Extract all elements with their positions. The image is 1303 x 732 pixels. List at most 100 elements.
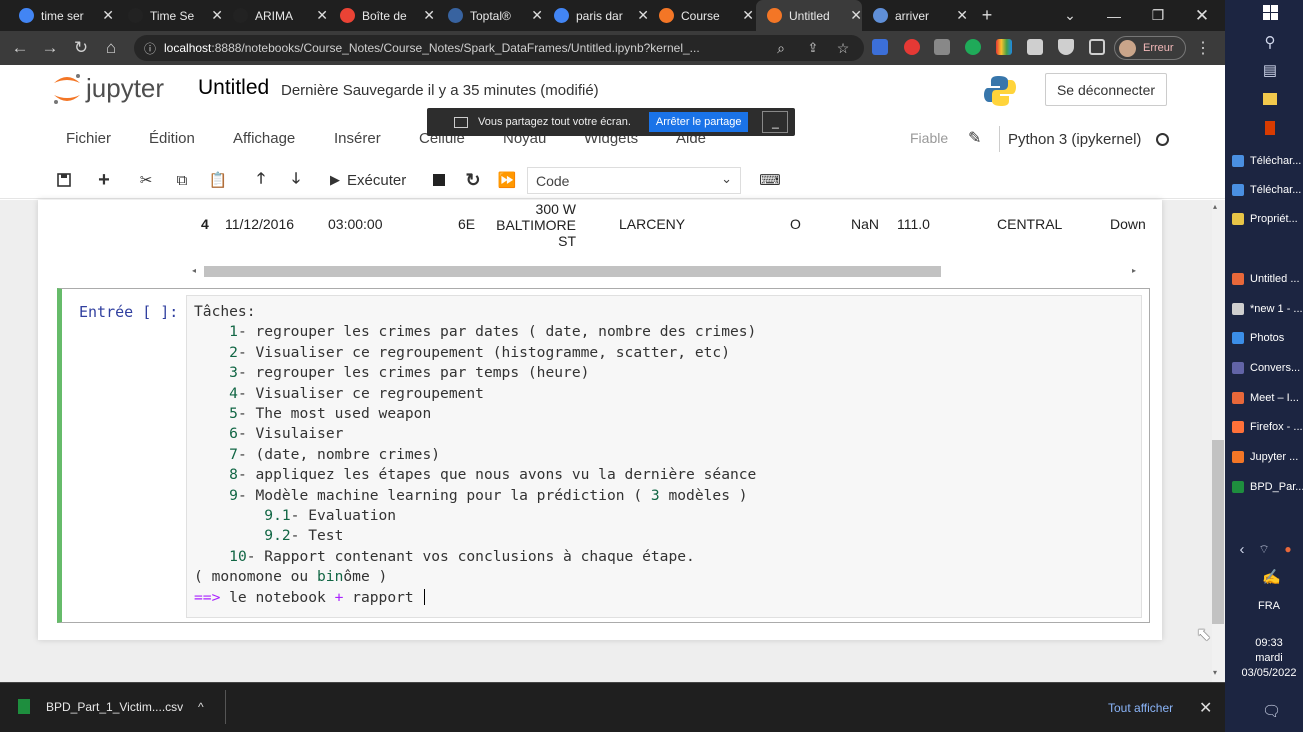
kernel-name[interactable]: Python 3 (ipykernel) (999, 126, 1141, 152)
close-tab-icon[interactable]: ✕ (423, 7, 435, 24)
url-field[interactable]: ⓘ localhost :8888/notebooks/Course_Notes… (134, 35, 864, 61)
close-download-bar-icon[interactable]: ✕ (1199, 698, 1212, 718)
windows-start-icon[interactable] (1262, 5, 1278, 21)
close-tab-icon[interactable]: ✕ (850, 7, 862, 24)
tab-search-icon[interactable]: ⌄ (1048, 0, 1092, 31)
labs-flask-icon[interactable] (1058, 39, 1074, 55)
menu-item[interactable]: Édition (149, 130, 195, 147)
stop-sharing-button[interactable]: Arrêter le partage (648, 112, 749, 132)
browser-tab[interactable]: Course ✕ (648, 0, 754, 31)
taskbar-item[interactable]: Jupyter ... (1232, 446, 1303, 468)
back-icon[interactable]: ← (7, 31, 33, 65)
download-item[interactable]: BPD_Part_1_Victim....csv (18, 699, 183, 714)
restart-icon[interactable]: ↻ (457, 166, 489, 194)
scroll-down-icon[interactable]: ▾ (1213, 668, 1217, 677)
browser-tab[interactable]: Untitled ✕ (756, 0, 862, 31)
taskbar-item[interactable]: Untitled ... (1232, 268, 1303, 290)
taskbar-item[interactable]: *new 1 - ... (1232, 298, 1303, 320)
extensions-puzzle-icon[interactable] (1027, 39, 1043, 55)
chevron-left-icon[interactable]: ‹ (1234, 541, 1250, 558)
jupyter-logo-icon[interactable] (52, 73, 82, 105)
vertical-scrollbar[interactable] (1212, 440, 1224, 624)
notification-icon[interactable]: 🗨 (1262, 702, 1281, 720)
horizontal-scrollbar[interactable] (204, 266, 941, 277)
logout-button[interactable]: Se déconnecter (1045, 73, 1167, 106)
home-icon[interactable]: ⌂ (98, 31, 124, 65)
show-all-button[interactable]: Tout afficher (1108, 701, 1173, 715)
chevron-up-icon[interactable]: ^ (198, 700, 204, 714)
extension-icon[interactable] (996, 39, 1012, 55)
taskbar-item[interactable]: Convers... (1232, 357, 1303, 379)
browser-tab[interactable]: ARIMA ✕ (222, 0, 328, 31)
new-tab-button[interactable]: + (976, 0, 998, 31)
scroll-right-icon[interactable]: ▸ (1132, 266, 1136, 275)
browser-tab[interactable]: Boîte de ✕ (329, 0, 435, 31)
taskbar-item[interactable]: Firefox - ... (1232, 416, 1303, 438)
sidebar-icon[interactable] (1089, 39, 1105, 55)
pen-icon[interactable]: ✍ (1262, 568, 1281, 586)
profile-button[interactable]: Erreur (1114, 36, 1186, 60)
restart-run-all-icon[interactable]: ⏩ (491, 166, 523, 194)
forward-icon[interactable]: → (37, 31, 63, 65)
taskbar-item[interactable]: Téléchar... (1232, 179, 1303, 201)
browser-tab[interactable]: Toptal® ✕ (437, 0, 543, 31)
browser-tab[interactable]: time ser ✕ (8, 0, 114, 31)
reload-icon[interactable]: ↻ (68, 31, 94, 65)
site-info-icon[interactable]: ⓘ (144, 40, 156, 57)
task-view-icon[interactable]: ▤ (1262, 61, 1278, 79)
restore-icon[interactable]: ❐ (1136, 0, 1180, 31)
menu-item[interactable]: Insérer (334, 130, 381, 147)
cell-post: 111.0 (897, 216, 930, 232)
browser-tab[interactable]: paris dar ✕ (543, 0, 649, 31)
browser-menu-icon[interactable]: ⋮ (1190, 31, 1216, 65)
interrupt-icon[interactable] (423, 166, 455, 194)
scroll-up-icon[interactable]: ▴ (1213, 202, 1217, 211)
extension-icon[interactable] (934, 39, 950, 55)
scroll-left-icon[interactable]: ◂ (192, 266, 196, 275)
cut-icon[interactable]: ✂ (130, 166, 162, 194)
browser-tab[interactable]: arriver ✕ (862, 0, 968, 31)
taskbar-item[interactable]: Meet – I... (1232, 387, 1303, 409)
zoom-icon[interactable]: ⌕ (768, 31, 794, 65)
copy-icon[interactable]: ⧉ (166, 166, 198, 194)
close-tab-icon[interactable]: ✕ (531, 7, 543, 24)
move-down-icon[interactable]: 🡓 (280, 166, 312, 194)
menu-item[interactable]: Fichier (66, 130, 111, 147)
paste-icon[interactable]: 📋 (202, 166, 234, 194)
run-button[interactable]: ▶ Exécuter (322, 166, 418, 194)
clock[interactable]: 09:33 mardi 03/05/2022 (1237, 636, 1301, 681)
hide-banner-button[interactable]: _ (762, 111, 789, 133)
close-tab-icon[interactable]: ✕ (742, 7, 754, 24)
extension-icon[interactable] (965, 39, 981, 55)
extension-icon[interactable] (904, 39, 920, 55)
taskbar-item[interactable]: BPD_Par... (1232, 476, 1303, 498)
keyboard-icon[interactable]: ⌨ (754, 166, 786, 194)
taskbar-item[interactable]: Photos (1232, 327, 1303, 349)
trusted-indicator[interactable]: Fiable (910, 130, 948, 146)
file-explorer-icon[interactable] (1262, 92, 1278, 108)
close-tab-icon[interactable]: ✕ (316, 7, 328, 24)
share-icon[interactable]: ⇪ (800, 31, 826, 65)
extension-icon[interactable] (872, 39, 888, 55)
close-tab-icon[interactable]: ✕ (956, 7, 968, 24)
office-icon[interactable] (1262, 121, 1278, 137)
cell-type-select[interactable]: Code ⌄ (527, 167, 741, 194)
bookmark-star-icon[interactable]: ☆ (830, 31, 856, 65)
code-text[interactable]: Tâches: 1- regrouper les crimes par date… (194, 302, 756, 608)
pencil-icon[interactable]: ✎ (968, 128, 981, 148)
close-window-icon[interactable]: ✕ (1180, 0, 1224, 31)
move-up-icon[interactable]: 🡑 (245, 166, 277, 194)
taskbar-item[interactable]: Téléchar... (1232, 150, 1303, 172)
save-icon[interactable] (48, 166, 80, 194)
browser-tab[interactable]: Time Se ✕ (117, 0, 223, 31)
menu-item[interactable]: Affichage (233, 130, 295, 147)
minimize-icon[interactable]: — (1092, 0, 1136, 31)
language-indicator[interactable]: FRA (1258, 600, 1280, 612)
chrome-icon[interactable]: ● (1280, 542, 1296, 558)
notebook-title[interactable]: Untitled (198, 76, 269, 100)
insert-cell-icon[interactable]: + (88, 166, 120, 194)
taskbar-item[interactable]: Propriét... (1232, 208, 1303, 230)
search-icon[interactable]: ⚲ (1262, 33, 1278, 51)
close-tab-icon[interactable]: ✕ (102, 7, 114, 24)
wifi-icon[interactable]: ⌔ (1256, 542, 1272, 558)
